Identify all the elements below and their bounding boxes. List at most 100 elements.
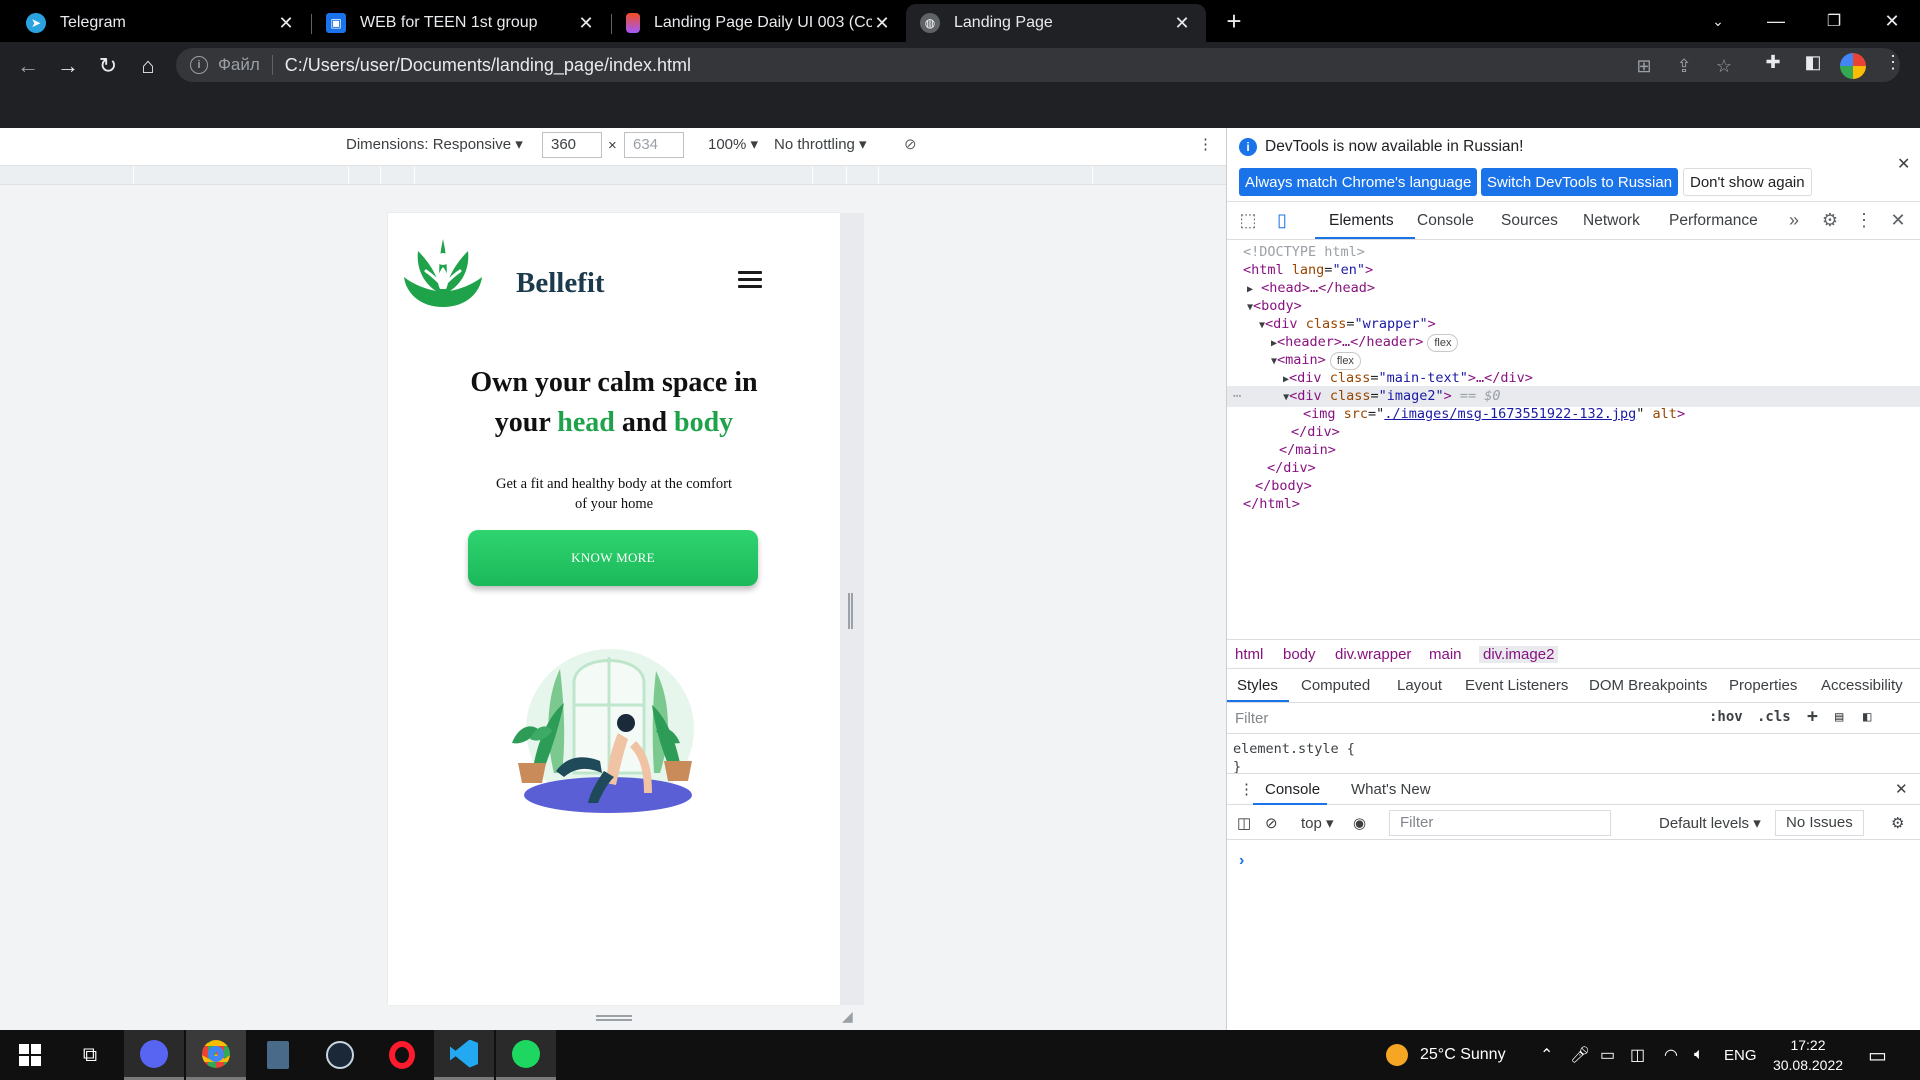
volume-icon[interactable]: 🔈︎ <box>1694 1030 1704 1080</box>
device-toolbar-icon[interactable]: ▯ <box>1269 210 1295 231</box>
address-bar[interactable]: i Файл C:/Users/user/Documents/landing_p… <box>176 48 1900 82</box>
close-icon[interactable]: ✕ <box>276 13 296 34</box>
close-icon[interactable]: ✕ <box>576 13 596 34</box>
bookmark-star-icon[interactable]: ☆ <box>1710 56 1738 77</box>
tab-telegram[interactable]: ➤ Telegram ✕ <box>12 4 310 42</box>
forward-button[interactable]: → <box>52 50 84 82</box>
issues-button[interactable]: No Issues <box>1775 810 1864 836</box>
close-icon[interactable]: ✕ <box>1897 154 1910 174</box>
subtab-computed[interactable]: Computed <box>1301 677 1370 694</box>
url-text[interactable]: C:/Users/user/Documents/landing_page/ind… <box>285 55 691 76</box>
subtab-properties[interactable]: Properties <box>1729 677 1797 694</box>
close-icon[interactable]: ✕ <box>872 13 892 34</box>
menu-icon[interactable]: ⋮ <box>1878 52 1908 73</box>
width-resize-handle[interactable] <box>848 593 853 629</box>
crumb-div-wrapper[interactable]: div.wrapper <box>1335 646 1411 663</box>
tab-figma[interactable]: Landing Page Daily UI 003 (Comm ✕ <box>612 4 906 42</box>
toggle-sidebar-icon[interactable]: ◧ <box>1863 709 1871 725</box>
battery-icon[interactable]: ▭ <box>1600 1030 1615 1080</box>
back-button[interactable]: ← <box>12 50 44 82</box>
always-match-language-button[interactable]: Always match Chrome's language <box>1239 168 1478 196</box>
corner-resize-handle[interactable]: ◢ <box>842 1009 856 1023</box>
spotify-app[interactable] <box>496 1030 556 1080</box>
zoom-dropdown[interactable]: 100% ▾ <box>708 135 758 153</box>
throttling-dropdown[interactable]: No throttling ▾ <box>774 135 867 153</box>
height-input[interactable]: 634 <box>624 132 684 158</box>
language-indicator[interactable]: ENG <box>1724 1030 1757 1080</box>
console-filter-input[interactable]: Filter <box>1389 810 1611 836</box>
cls-toggle[interactable]: .cls <box>1757 709 1791 725</box>
hov-toggle[interactable]: :hov <box>1709 709 1743 725</box>
drawer-tab-whats-new[interactable]: What's New <box>1351 781 1431 798</box>
eye-icon[interactable]: ◉ <box>1353 814 1366 832</box>
translate-icon[interactable]: ⊞ <box>1630 56 1658 77</box>
brand-name[interactable]: Bellefit <box>516 267 605 300</box>
info-icon[interactable]: i <box>190 56 208 74</box>
more-tabs-icon[interactable]: » <box>1781 210 1807 231</box>
meet-now-icon[interactable]: ◫ <box>1630 1030 1645 1080</box>
switch-to-russian-button[interactable]: Switch DevTools to Russian <box>1481 168 1679 196</box>
tab-search-icon[interactable]: ⌄ <box>1690 0 1746 42</box>
close-window-button[interactable]: ✕ <box>1864 0 1920 42</box>
subtab-event-listeners[interactable]: Event Listeners <box>1465 677 1568 694</box>
styles-filter-input[interactable]: Filter <box>1235 710 1268 727</box>
crumb-body[interactable]: body <box>1283 646 1316 663</box>
console-prompt[interactable]: › <box>1239 852 1244 870</box>
expand-triangle-icon[interactable]: ▶ <box>1247 284 1253 295</box>
crumb-div-image2[interactable]: div.image2 <box>1479 646 1559 663</box>
log-levels-dropdown[interactable]: Default levels ▾ <box>1659 814 1761 832</box>
avatar[interactable] <box>1840 53 1866 79</box>
close-drawer-icon[interactable]: ✕ <box>1895 780 1908 798</box>
drawer-tab-console[interactable]: Console <box>1265 781 1320 798</box>
tab-landing-page[interactable]: ◍ Landing Page ✕ <box>906 4 1206 42</box>
clock[interactable]: 17:22 30.08.2022 <box>1766 1030 1850 1080</box>
subtab-layout[interactable]: Layout <box>1397 677 1442 694</box>
sidebar-toggle-icon[interactable]: ◫ <box>1237 814 1251 832</box>
subtab-styles[interactable]: Styles <box>1237 677 1278 694</box>
reload-button[interactable]: ↻ <box>92 50 124 82</box>
more-options-icon[interactable]: ⋮ <box>1198 135 1213 153</box>
discord-app[interactable] <box>124 1030 184 1080</box>
width-input[interactable]: 360 <box>542 132 602 158</box>
new-rule-icon[interactable]: + <box>1807 706 1818 727</box>
more-actions-icon[interactable]: ⋯ <box>1233 388 1241 404</box>
tab-elements[interactable]: Elements <box>1329 212 1394 230</box>
share-icon[interactable]: ⇪ <box>1670 56 1698 77</box>
dimensions-dropdown[interactable]: Dimensions: Responsive ▾ <box>346 135 523 153</box>
rotate-icon[interactable]: ⊘ <box>904 135 917 153</box>
subtab-dom-breakpoints[interactable]: DOM Breakpoints <box>1589 677 1707 694</box>
wifi-icon[interactable]: ◠ <box>1664 1030 1678 1080</box>
vscode-app[interactable] <box>434 1030 494 1080</box>
tab-performance[interactable]: Performance <box>1669 212 1758 230</box>
dom-node[interactable]: </html> <box>1243 494 1300 515</box>
height-resize-handle[interactable] <box>596 1015 632 1021</box>
crumb-main[interactable]: main <box>1429 646 1462 663</box>
hamburger-menu-icon[interactable] <box>738 271 762 292</box>
clear-console-icon[interactable]: ⊘ <box>1265 814 1278 832</box>
notifications-icon[interactable]: ▭ <box>1868 1030 1887 1080</box>
inspect-element-icon[interactable]: ⬚ <box>1235 210 1261 231</box>
opera-app[interactable] <box>372 1030 432 1080</box>
settings-gear-icon[interactable]: ⚙ <box>1817 210 1843 231</box>
subtab-accessibility[interactable]: Accessibility <box>1821 677 1903 694</box>
home-button[interactable]: ⌂ <box>132 50 164 82</box>
crumb-html[interactable]: html <box>1235 646 1263 663</box>
tab-network[interactable]: Network <box>1583 212 1640 230</box>
tab-console[interactable]: Console <box>1417 212 1474 230</box>
context-dropdown[interactable]: top ▾ <box>1301 814 1334 832</box>
side-panel-icon[interactable]: ◧ <box>1798 52 1828 73</box>
start-button[interactable] <box>0 1030 60 1080</box>
chrome-app[interactable] <box>186 1030 246 1080</box>
task-view-icon[interactable]: ⧉ <box>60 1030 120 1080</box>
restore-button[interactable]: ❐ <box>1806 0 1862 42</box>
paint-icon[interactable]: ▤ <box>1835 709 1843 725</box>
img-src-link[interactable]: ./images/msg-1673551922-132.jpg <box>1384 406 1636 422</box>
minimize-button[interactable]: — <box>1748 0 1804 42</box>
drawer-menu-icon[interactable]: ⋮ <box>1239 780 1254 798</box>
extensions-icon[interactable]: ✚ <box>1758 52 1788 73</box>
dom-node[interactable]: <img src="./images/msg-1673551922-132.jp… <box>1303 404 1685 425</box>
microphone-icon[interactable]: 🎤︎ <box>1570 1030 1590 1080</box>
calculator-app[interactable] <box>248 1030 308 1080</box>
flex-badge[interactable]: flex <box>1427 334 1459 352</box>
tab-web-for-teen[interactable]: ▣ WEB for TEEN 1st group ✕ <box>312 4 610 42</box>
